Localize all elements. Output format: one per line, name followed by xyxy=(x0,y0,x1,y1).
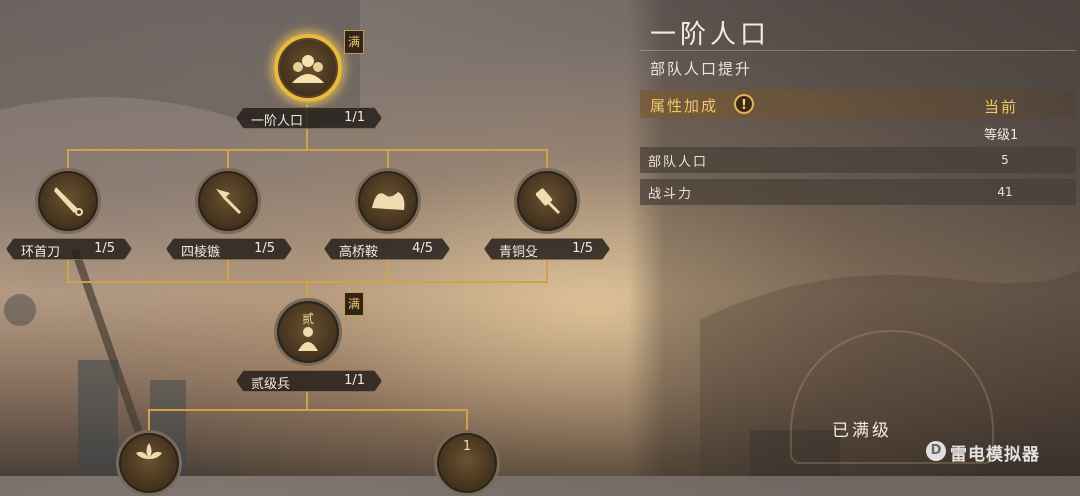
skill-label-bar: 高桥鞍 4/5 xyxy=(324,238,450,260)
skill-name: 青铜殳 xyxy=(499,245,539,260)
max-level-label: 已满级 xyxy=(832,421,892,441)
mace-icon xyxy=(517,171,577,231)
tree-connector xyxy=(227,149,229,169)
tree-connector xyxy=(306,281,308,299)
skill-node-mace[interactable] xyxy=(514,168,580,234)
skill-name: 环首刀 xyxy=(21,245,61,260)
emulator-logo-icon: D xyxy=(926,441,946,461)
tree-connector xyxy=(546,260,548,282)
skill-name: 贰级兵 xyxy=(251,377,291,392)
stat-row-label: 部队人口 xyxy=(648,155,709,170)
tree-connector xyxy=(148,409,150,431)
tree-connector xyxy=(387,149,389,169)
skill-node-lotus[interactable] xyxy=(116,430,182,496)
skill-node-blade[interactable] xyxy=(35,168,101,234)
skill-progress: 4/5 xyxy=(412,241,433,256)
tier-one-icon: 1 xyxy=(462,439,472,454)
current-level: 等级1 xyxy=(984,128,1019,143)
tree-connector xyxy=(227,260,229,282)
stat-row-value: 5 xyxy=(1001,153,1009,167)
skill-name: 高桥鞍 xyxy=(339,245,379,260)
panel-subtitle: 部队人口提升 xyxy=(650,60,753,78)
max-badge: 满 xyxy=(344,30,364,54)
skill-node-saddle[interactable] xyxy=(355,168,421,234)
skill-node-population[interactable] xyxy=(274,34,342,102)
tree-connector xyxy=(67,149,69,169)
skill-name: 四棱镞 xyxy=(181,245,221,260)
attribute-bonus-label: 属性加成 xyxy=(650,97,719,115)
skill-label-bar: 一阶人口 1/1 xyxy=(236,107,382,129)
info-alert-icon[interactable]: ! xyxy=(734,94,754,114)
skill-progress: 1/1 xyxy=(344,373,365,388)
skill-node-arrowhead[interactable] xyxy=(195,168,261,234)
emulator-watermark: 雷电模拟器 xyxy=(950,445,1040,465)
lotus-icon xyxy=(119,433,179,493)
population-icon xyxy=(278,38,338,98)
max-badge: 满 xyxy=(344,292,364,316)
skill-label-bar: 四棱镞 1/5 xyxy=(166,238,292,260)
stat-row-label: 战斗力 xyxy=(648,187,694,202)
tree-connector xyxy=(466,409,468,431)
skill-node-tier-one[interactable]: 1 xyxy=(434,430,500,496)
skill-progress: 1/5 xyxy=(94,241,115,256)
skill-name: 一阶人口 xyxy=(251,114,304,129)
skill-label-bar: 贰级兵 1/1 xyxy=(236,370,382,392)
tree-connector xyxy=(67,149,548,151)
skill-node-tier2-soldier[interactable]: 贰 xyxy=(274,298,342,366)
arrowhead-icon xyxy=(198,171,258,231)
soldier-icon: 贰 xyxy=(277,301,339,363)
blade-icon xyxy=(38,171,98,231)
tree-connector xyxy=(67,260,69,282)
tree-connector xyxy=(387,260,389,282)
skill-label-bar: 环首刀 1/5 xyxy=(6,238,132,260)
skill-progress: 1/5 xyxy=(254,241,275,256)
saddle-icon xyxy=(358,171,418,231)
tier-glyph: 贰 xyxy=(301,312,314,326)
skill-progress: 1/5 xyxy=(572,241,593,256)
title-divider xyxy=(640,50,1076,51)
skill-progress: 1/1 xyxy=(344,110,365,125)
current-column-header: 当前 xyxy=(984,98,1019,116)
tree-connector xyxy=(306,392,308,410)
skill-label-bar: 青铜殳 1/5 xyxy=(484,238,610,260)
stat-row-value: 41 xyxy=(997,185,1013,199)
tree-connector xyxy=(546,149,548,169)
panel-title: 一阶人口 xyxy=(650,20,771,50)
tree-connector xyxy=(148,409,468,411)
